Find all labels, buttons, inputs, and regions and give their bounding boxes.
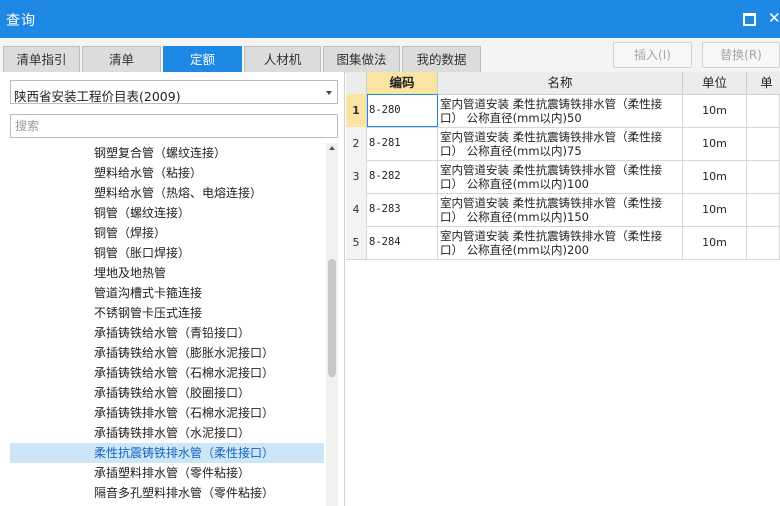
scrollbar-thumb[interactable]: [328, 259, 336, 377]
name-cell[interactable]: 室内管道安装 柔性抗震铸铁排水管（柔性接 口） 公称直径(mm以内)50: [438, 94, 683, 127]
replace-button[interactable]: 替换(R): [702, 42, 780, 68]
name-line-2: 口） 公称直径(mm以内)75: [440, 144, 582, 158]
code-cell[interactable]: 8-282: [367, 160, 438, 193]
row-number-header: [346, 72, 367, 94]
code-cell[interactable]: 8-281: [367, 127, 438, 160]
price-cell[interactable]: [747, 94, 780, 127]
row-number[interactable]: 2: [346, 127, 367, 160]
tree-item[interactable]: 承插铸铁排水管（水泥接口）: [10, 423, 324, 443]
tab-atlas-practice[interactable]: 图集做法: [323, 46, 400, 72]
tab-bill[interactable]: 清单: [82, 46, 161, 72]
tree-item[interactable]: 管道沟槽式卡箍连接: [10, 283, 324, 303]
name-line-2: 口） 公称直径(mm以内)150: [440, 210, 589, 224]
window-title: 查询: [6, 13, 36, 29]
close-icon[interactable]: ✕: [768, 11, 780, 26]
row-number[interactable]: 5: [346, 226, 367, 259]
table-row[interactable]: 2 8-281 室内管道安装 柔性抗震铸铁排水管（柔性接 口） 公称直径(mm以内)7…: [346, 127, 780, 161]
tree-item[interactable]: 塑料给水管（热熔、电熔连接）: [10, 183, 324, 203]
tree-item[interactable]: 铜管（焊接）: [10, 223, 324, 243]
price-cell[interactable]: [747, 193, 780, 226]
catalog-select-value: 陕西省安装工程价目表(2009): [14, 89, 181, 104]
grid-header: 编码 名称 单位 单: [346, 72, 780, 95]
search-input[interactable]: [10, 114, 338, 138]
price-column-header[interactable]: 单: [747, 72, 780, 94]
tree-item[interactable]: 承插铸铁给水管（胶圈接口）: [10, 383, 324, 403]
quota-grid: 编码 名称 单位 单 1 8-280 室内管道安装 柔性抗震铸铁排水管（柔性接 口） …: [346, 72, 780, 506]
tree-item[interactable]: 承插铸铁给水管（石棉水泥接口）: [10, 363, 324, 383]
tab-bill-guide[interactable]: 清单指引: [3, 46, 80, 72]
code-cell[interactable]: 8-283: [367, 193, 438, 226]
unit-column-header[interactable]: 单位: [683, 72, 747, 94]
tree-item[interactable]: 承插铸铁给水管（膨胀水泥接口）: [10, 343, 324, 363]
tree-item[interactable]: 塑料给水管（粘接）: [10, 163, 324, 183]
tab-labor-material-machine[interactable]: 人材机: [244, 46, 321, 72]
insert-button[interactable]: 插入(I): [613, 42, 692, 68]
title-bar: 查询 ✕: [0, 0, 780, 38]
tree-item[interactable]: 钢塑复合管（螺纹连接）: [10, 143, 324, 163]
name-cell[interactable]: 室内管道安装 柔性抗震铸铁排水管（柔性接 口） 公称直径(mm以内)75: [438, 127, 683, 160]
scroll-up-icon[interactable]: [329, 146, 335, 150]
name-line-1: 室内管道安装 柔性抗震铸铁排水管（柔性接: [440, 229, 663, 243]
tree-item[interactable]: 不锈钢管卡压式连接: [10, 303, 324, 323]
maximize-icon[interactable]: [743, 13, 756, 26]
table-row[interactable]: 3 8-282 室内管道安装 柔性抗震铸铁排水管（柔性接 口） 公称直径(mm以内)1…: [346, 160, 780, 194]
tree-item[interactable]: 埋地及地热管: [10, 263, 324, 283]
unit-cell[interactable]: 10m: [683, 160, 747, 193]
name-line-2: 口） 公称直径(mm以内)50: [440, 111, 582, 125]
name-cell[interactable]: 室内管道安装 柔性抗震铸铁排水管（柔性接 口） 公称直径(mm以内)100: [438, 160, 683, 193]
price-cell[interactable]: [747, 127, 780, 160]
tree-item[interactable]: 承插铸铁排水管（石棉水泥接口）: [10, 403, 324, 423]
code-column-header[interactable]: 编码: [367, 72, 438, 94]
tree-item[interactable]: 铜管（胀口焊接）: [10, 243, 324, 263]
tree-item[interactable]: 承插铸铁给水管（青铅接口）: [10, 323, 324, 343]
catalog-select[interactable]: 陕西省安装工程价目表(2009): [10, 80, 338, 104]
name-cell[interactable]: 室内管道安装 柔性抗震铸铁排水管（柔性接 口） 公称直径(mm以内)200: [438, 226, 683, 259]
code-cell[interactable]: 8-280: [367, 94, 438, 127]
table-row[interactable]: 5 8-284 室内管道安装 柔性抗震铸铁排水管（柔性接 口） 公称直径(mm以内)2…: [346, 226, 780, 260]
tree-item[interactable]: 承插塑料排水管（零件粘接）: [10, 463, 324, 483]
table-row[interactable]: 1 8-280 室内管道安装 柔性抗震铸铁排水管（柔性接 口） 公称直径(mm以内)5…: [346, 94, 780, 128]
name-line-1: 室内管道安装 柔性抗震铸铁排水管（柔性接: [440, 97, 663, 111]
tree-item[interactable]: 铜管（螺纹连接）: [10, 203, 324, 223]
name-line-2: 口） 公称直径(mm以内)200: [440, 243, 589, 257]
tree-item[interactable]: 隔音多孔塑料排水管（零件粘接）: [10, 483, 324, 503]
unit-cell[interactable]: 10m: [683, 94, 747, 127]
table-row[interactable]: 4 8-283 室内管道安装 柔性抗震铸铁排水管（柔性接 口） 公称直径(mm以内)1…: [346, 193, 780, 227]
name-cell[interactable]: 室内管道安装 柔性抗震铸铁排水管（柔性接 口） 公称直径(mm以内)150: [438, 193, 683, 226]
name-line-1: 室内管道安装 柔性抗震铸铁排水管（柔性接: [440, 163, 663, 177]
unit-cell[interactable]: 10m: [683, 226, 747, 259]
name-column-header[interactable]: 名称: [438, 72, 683, 94]
tab-quota[interactable]: 定额: [163, 46, 242, 72]
code-cell[interactable]: 8-284: [367, 226, 438, 259]
row-number[interactable]: 3: [346, 160, 367, 193]
price-cell[interactable]: [747, 160, 780, 193]
tree-scrollbar[interactable]: [326, 143, 338, 506]
unit-cell[interactable]: 10m: [683, 193, 747, 226]
row-number[interactable]: 1: [346, 94, 367, 127]
name-line-2: 口） 公称直径(mm以内)100: [440, 177, 589, 191]
row-number[interactable]: 4: [346, 193, 367, 226]
category-tree: 钢塑复合管（螺纹连接） 塑料给水管（粘接） 塑料给水管（热熔、电熔连接） 铜管（螺纹连…: [10, 143, 324, 506]
tab-my-data[interactable]: 我的数据: [402, 46, 481, 72]
name-line-1: 室内管道安装 柔性抗震铸铁排水管（柔性接: [440, 196, 663, 210]
price-cell[interactable]: [747, 226, 780, 259]
name-line-1: 室内管道安装 柔性抗震铸铁排水管（柔性接: [440, 130, 663, 144]
chevron-down-icon[interactable]: [326, 91, 332, 95]
unit-cell[interactable]: 10m: [683, 127, 747, 160]
tree-item[interactable]: 柔性抗震铸铁排水管（柔性接口）: [10, 443, 324, 463]
